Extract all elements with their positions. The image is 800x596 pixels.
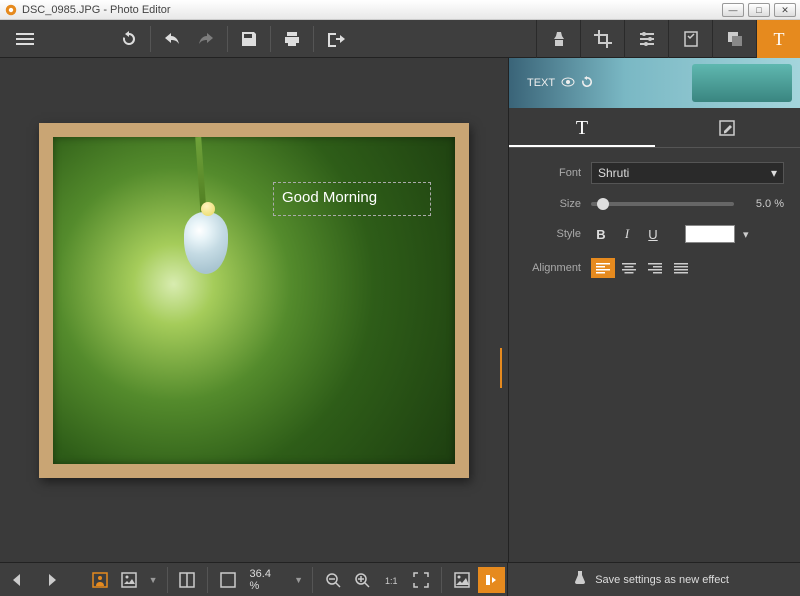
- minimize-button[interactable]: —: [722, 3, 744, 17]
- flask-icon: [573, 570, 587, 589]
- tab-presets[interactable]: [668, 20, 712, 58]
- toolbar-divider: [167, 567, 168, 593]
- toolbar-divider: [227, 26, 228, 52]
- text-overlay[interactable]: Good Morning: [273, 182, 431, 216]
- chevron-down-icon: ▾: [771, 166, 777, 180]
- save-button[interactable]: [232, 20, 266, 58]
- reset-icon[interactable]: [581, 76, 593, 91]
- next-image-button[interactable]: [36, 567, 64, 593]
- print-button[interactable]: [275, 20, 309, 58]
- toolbar-divider: [312, 567, 313, 593]
- align-justify-button[interactable]: [669, 258, 693, 278]
- style-label: Style: [525, 228, 581, 240]
- underline-button[interactable]: U: [643, 224, 663, 244]
- titlebar: DSC_0985.JPG - Photo Editor — □ ✕: [0, 0, 800, 20]
- panel-banner: TEXT: [509, 58, 800, 108]
- zoom-100-button[interactable]: 1:1: [378, 567, 406, 593]
- panel-expand-handle[interactable]: [500, 348, 508, 388]
- mode-portrait-button[interactable]: [87, 567, 115, 593]
- tab-text[interactable]: T: [756, 20, 800, 58]
- chevron-down-icon[interactable]: ▼: [291, 575, 306, 585]
- menu-button[interactable]: [8, 20, 42, 58]
- canvas-area[interactable]: Good Morning: [0, 58, 508, 562]
- size-value: 5.0 %: [744, 198, 784, 210]
- panel-tab-edit[interactable]: [655, 108, 800, 147]
- align-left-button[interactable]: [591, 258, 615, 278]
- slider-thumb[interactable]: [597, 198, 609, 210]
- thumbnail-button[interactable]: [448, 567, 476, 593]
- panel-banner-label: TEXT: [527, 77, 555, 89]
- zoom-value: 36.4 %: [244, 568, 290, 592]
- alignment-label: Alignment: [525, 262, 581, 274]
- photo-frame: Good Morning: [39, 123, 469, 478]
- prev-image-button[interactable]: [6, 567, 34, 593]
- close-button[interactable]: ✕: [774, 3, 796, 17]
- window-title: DSC_0985.JPG - Photo Editor: [22, 4, 722, 16]
- zoom-in-button[interactable]: [349, 567, 377, 593]
- align-center-button[interactable]: [617, 258, 641, 278]
- toolbar-divider: [441, 567, 442, 593]
- mode-compare-button[interactable]: [116, 567, 144, 593]
- svg-text:1:1: 1:1: [385, 576, 398, 586]
- undo-full-button[interactable]: [112, 20, 146, 58]
- save-effect-label: Save settings as new effect: [595, 574, 729, 586]
- export-button[interactable]: [318, 20, 352, 58]
- undo-button[interactable]: [155, 20, 189, 58]
- tab-effects[interactable]: [536, 20, 580, 58]
- size-slider[interactable]: [591, 202, 734, 206]
- bottombar: ▼ 36.4 % ▼ 1:1 Save settings as new effe…: [0, 562, 800, 596]
- svg-text:T: T: [576, 117, 588, 138]
- tab-crop[interactable]: [580, 20, 624, 58]
- eye-icon[interactable]: [561, 77, 575, 90]
- fit-screen-button[interactable]: [214, 567, 242, 593]
- app-icon: [4, 3, 18, 17]
- zoom-fit-button[interactable]: [408, 567, 436, 593]
- toggle-panel-button[interactable]: [478, 567, 506, 593]
- font-value: Shruti: [598, 166, 629, 180]
- bold-button[interactable]: B: [591, 224, 611, 244]
- size-label: Size: [525, 198, 581, 210]
- split-view-button[interactable]: [174, 567, 202, 593]
- save-effect-button[interactable]: Save settings as new effect: [507, 563, 794, 596]
- tab-layers[interactable]: [712, 20, 756, 58]
- maximize-button[interactable]: □: [748, 3, 770, 17]
- toolbar-divider: [207, 567, 208, 593]
- banner-image: [692, 64, 792, 102]
- toolbar-top: T: [0, 20, 800, 58]
- toolbar-divider: [313, 26, 314, 52]
- chevron-down-icon[interactable]: ▾: [741, 228, 751, 241]
- panel-tabs: T: [509, 108, 800, 148]
- font-select[interactable]: Shruti ▾: [591, 162, 784, 184]
- sidepanel: TEXT T Font Shruti ▾ S: [508, 58, 800, 562]
- text-color-swatch[interactable]: [685, 225, 735, 243]
- toolbar-divider: [150, 26, 151, 52]
- align-right-button[interactable]: [643, 258, 667, 278]
- italic-button[interactable]: I: [617, 224, 637, 244]
- photo[interactable]: Good Morning: [53, 137, 455, 464]
- panel-tab-text[interactable]: T: [509, 108, 655, 147]
- chevron-down-icon[interactable]: ▼: [146, 575, 161, 585]
- toolbar-divider: [270, 26, 271, 52]
- redo-button[interactable]: [189, 20, 223, 58]
- window-controls: — □ ✕: [722, 3, 796, 17]
- svg-text:T: T: [773, 29, 784, 49]
- font-label: Font: [525, 167, 581, 179]
- tab-adjust[interactable]: [624, 20, 668, 58]
- zoom-out-button[interactable]: [319, 567, 347, 593]
- photo-waterdrop: [184, 212, 228, 274]
